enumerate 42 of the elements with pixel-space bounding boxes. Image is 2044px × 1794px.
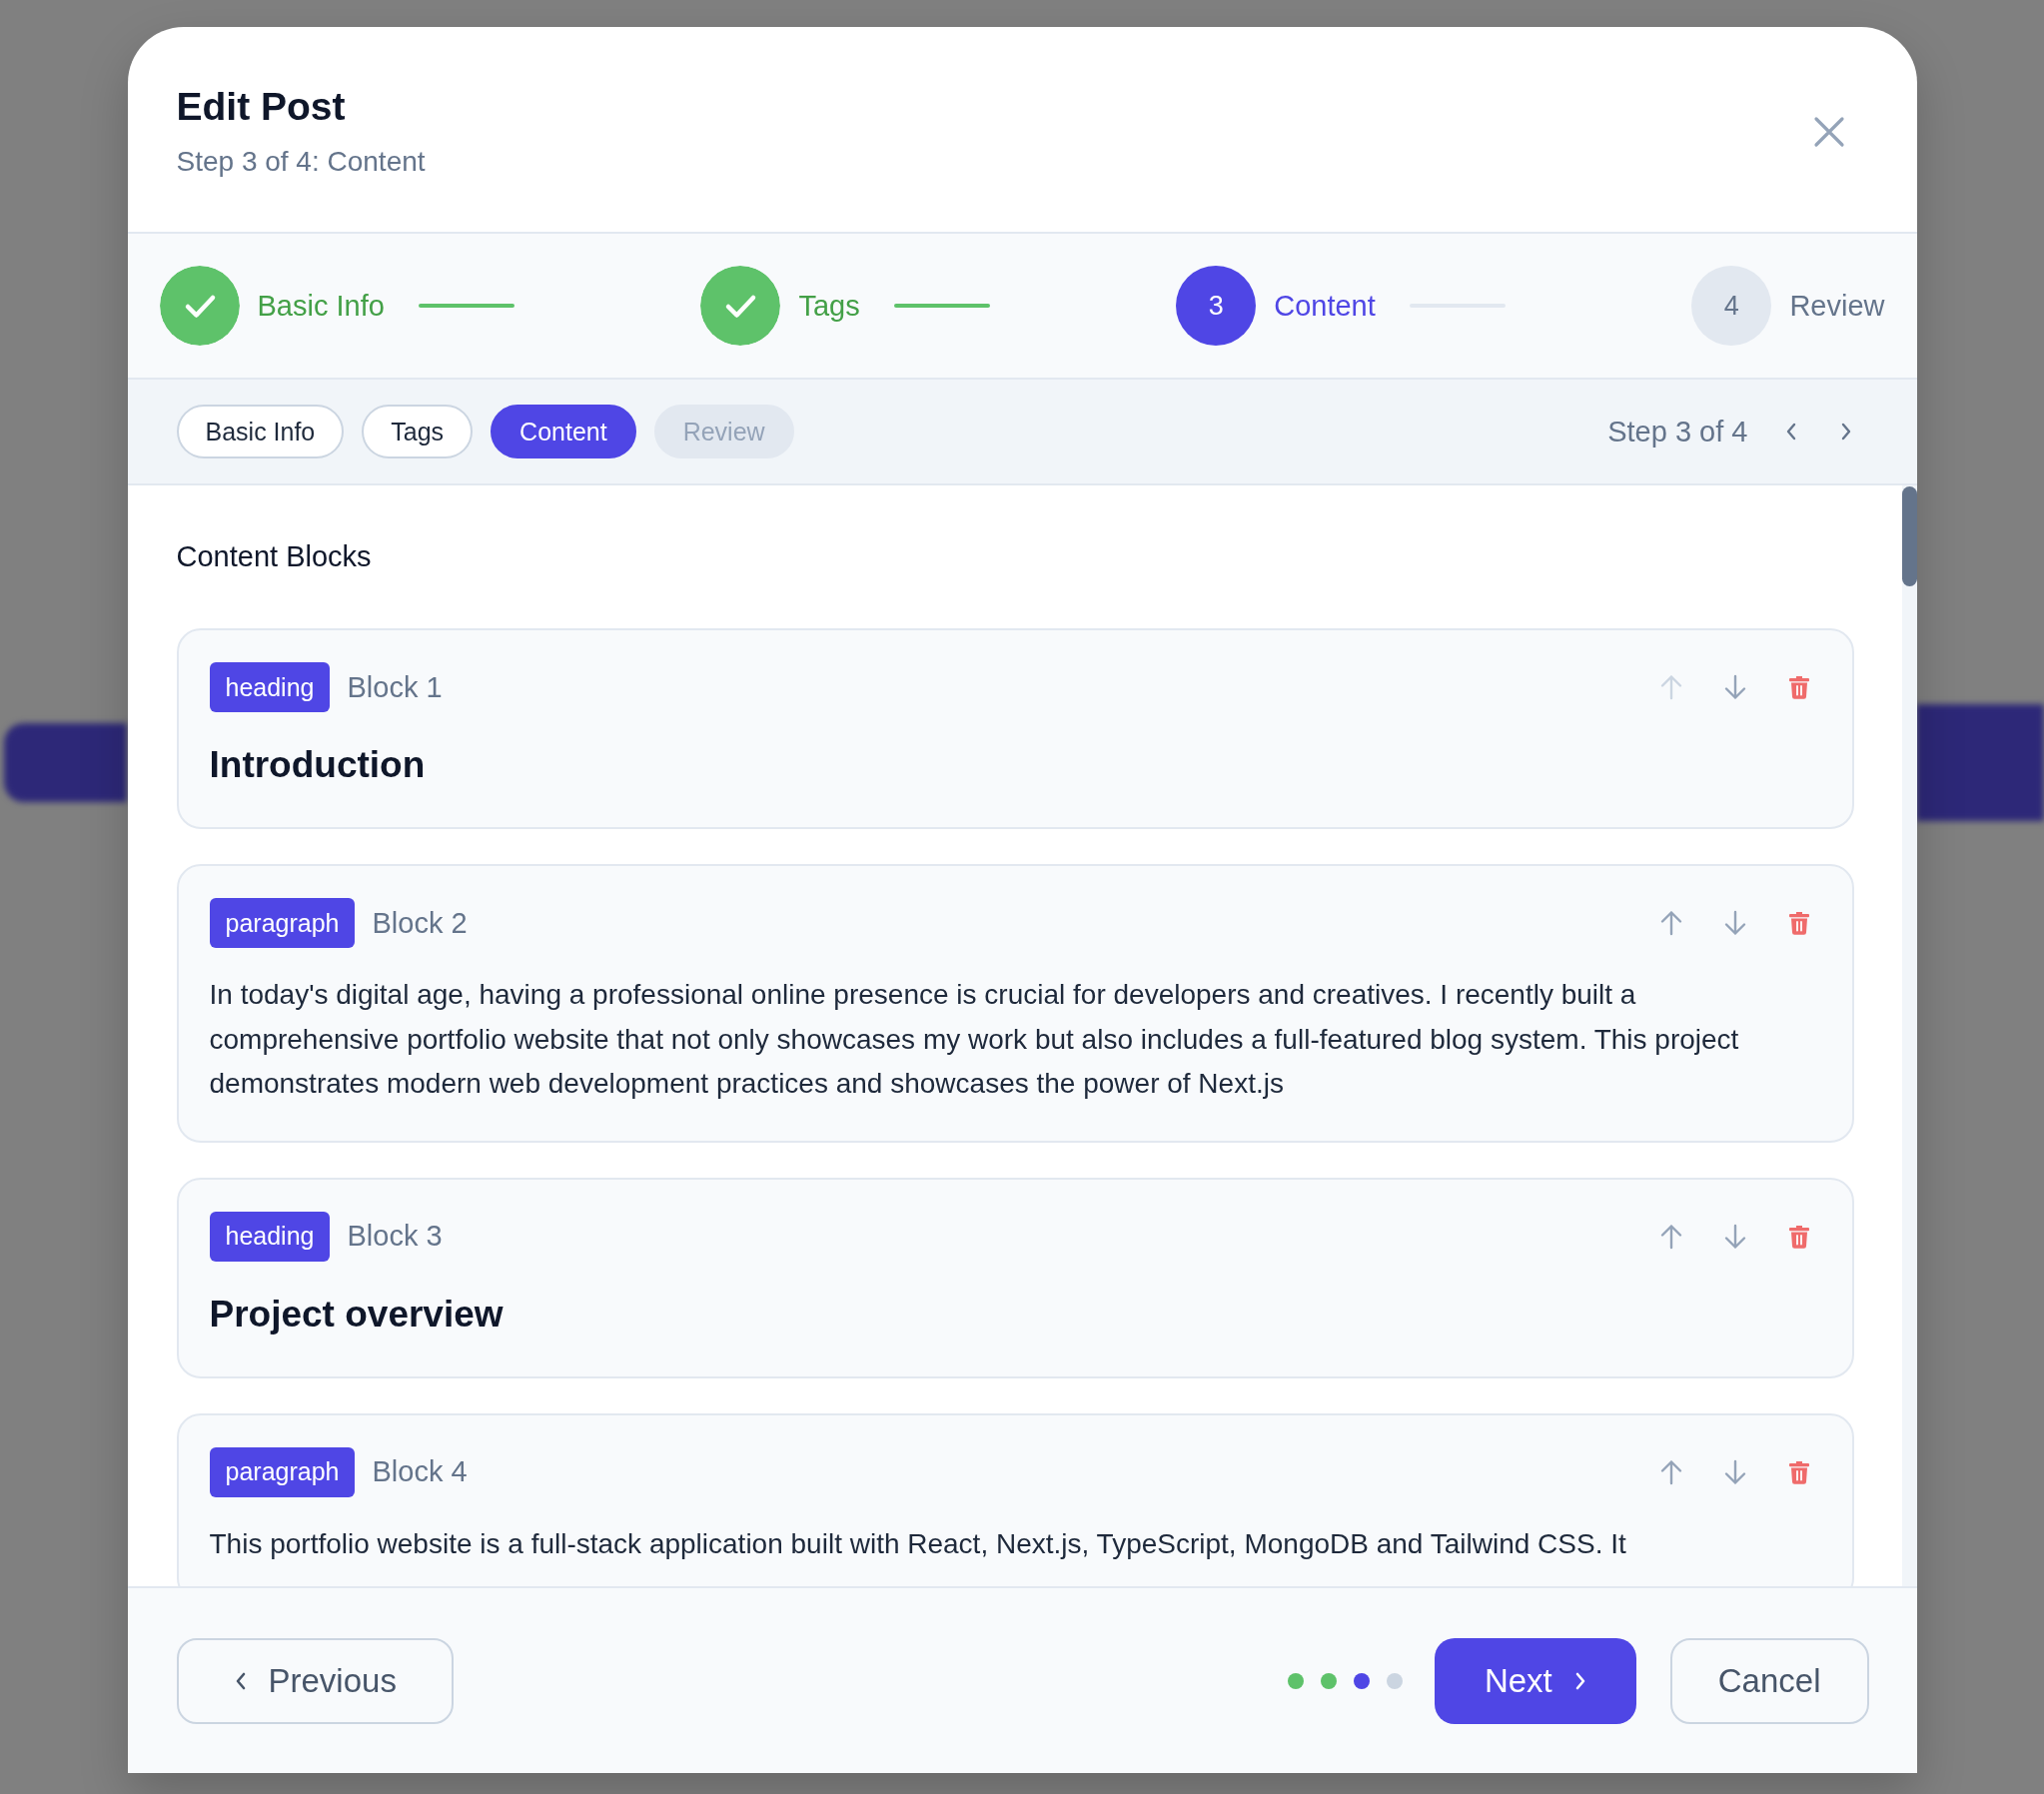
- step-label: Review: [1789, 289, 1885, 323]
- step-tab[interactable]: Tags: [362, 405, 474, 458]
- block-paragraph-text: This portfolio website is a full-stack application built with React, Next.js, TypeScript, MongoDB and Tailwind CSS. It: [209, 1526, 1627, 1561]
- step-label: Basic Info: [257, 289, 385, 323]
- block-label: Block 1: [347, 670, 443, 704]
- trash-icon: [1788, 1224, 1809, 1249]
- step-tab[interactable]: Content: [491, 405, 636, 458]
- block-type-tag: heading: [209, 662, 331, 712]
- block-label: Block 3: [347, 1220, 443, 1253]
- trash-icon: [1788, 911, 1809, 935]
- block-paragraph-text: In today's digital age, having a professional online presence is crucial for developers and creatives. I recently built a comprehensive portfolio website that not only showcases my work but also includes a full-featured blog system. This project demonstrates modern web development practices and showcases the power of Next.js: [209, 978, 1740, 1101]
- scrollbar-thumb[interactable]: [1901, 486, 1917, 586]
- chevron-right-icon: [1839, 422, 1852, 442]
- block-label: Block 2: [372, 906, 468, 940]
- step-label: Content: [1274, 289, 1376, 323]
- trash-icon: [1788, 675, 1809, 699]
- block-type-tag: heading: [209, 1211, 331, 1262]
- step-counter: Step 3 of 4: [1607, 415, 1748, 448]
- block-type-tag: paragraph: [209, 1446, 356, 1497]
- dialog-title: Edit Post: [176, 84, 347, 130]
- step-number: 3: [1176, 266, 1257, 346]
- arrow-down-icon: [1723, 1223, 1746, 1250]
- dialog-subtitle: Step 3 of 4: Content: [176, 145, 426, 179]
- arrow-down-icon: [1723, 1458, 1746, 1485]
- block-label: Block 4: [372, 1455, 468, 1488]
- section-title: Content Blocks: [176, 539, 373, 574]
- block-type-tag: paragraph: [209, 898, 356, 948]
- chevron-left-icon: [234, 1670, 247, 1691]
- step-label: Tags: [798, 289, 860, 323]
- previous-button[interactable]: Previous: [176, 1637, 454, 1724]
- step-tab[interactable]: Basic Info: [176, 405, 345, 458]
- chevron-left-icon: [1784, 422, 1797, 442]
- cancel-button[interactable]: Cancel: [1669, 1637, 1869, 1724]
- arrow-down-icon: [1723, 910, 1746, 936]
- trash-icon: [1788, 1459, 1809, 1484]
- arrow-down-icon: [1723, 674, 1746, 700]
- step-number: 4: [1691, 266, 1772, 346]
- block-heading-text: Project overview: [209, 1292, 505, 1337]
- next-button[interactable]: Next: [1434, 1637, 1636, 1724]
- chevron-right-icon: [1573, 1670, 1586, 1691]
- close-icon: [1812, 116, 1845, 148]
- block-heading-text: Introduction: [209, 743, 427, 787]
